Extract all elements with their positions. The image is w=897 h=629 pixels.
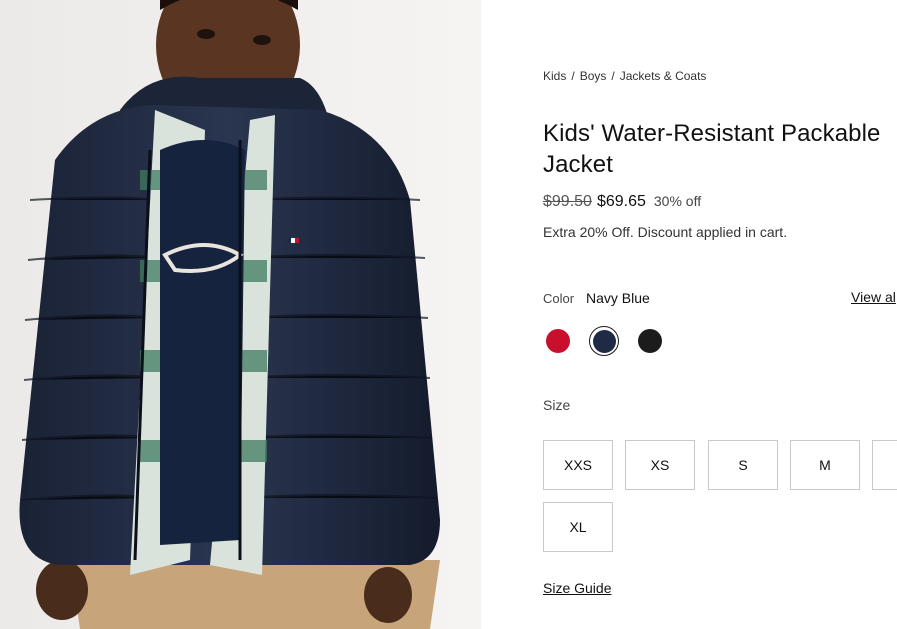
original-price: $99.50 — [543, 193, 592, 210]
size-option-xl[interactable]: XL — [543, 502, 613, 552]
size-option-m[interactable]: M — [790, 440, 860, 490]
product-title: Kids' Water-Resistant Packable Jacket — [543, 120, 881, 178]
breadcrumb-separator: / — [611, 69, 615, 83]
product-photo — [0, 0, 481, 629]
size-option-xs[interactable]: XS — [625, 440, 695, 490]
discount-label: 30% off — [653, 193, 702, 209]
breadcrumb-jackets-coats[interactable]: Jackets & Coats — [620, 69, 707, 83]
swatch-dot — [592, 329, 616, 353]
breadcrumb-kids[interactable]: Kids — [543, 69, 566, 83]
color-swatch-navy-blue[interactable] — [589, 326, 619, 356]
size-option-xxs[interactable]: XXS — [543, 440, 613, 490]
size-option-l[interactable] — [872, 440, 897, 490]
promo-message: Extra 20% Off. Discount applied in cart. — [543, 224, 788, 240]
product-details: Kids / Boys / Jackets & Coats Kids' Water-Re… — [543, 0, 897, 629]
price-row: $99.50 $69.65 30% off — [543, 193, 701, 211]
color-label: Color — [543, 291, 575, 306]
breadcrumb-boys[interactable]: Boys — [580, 69, 607, 83]
breadcrumb-separator: / — [571, 69, 575, 83]
color-swatch-red[interactable] — [543, 326, 573, 356]
size-option-s[interactable]: S — [708, 440, 778, 490]
swatch-dot — [638, 329, 662, 353]
breadcrumb: Kids / Boys / Jackets & Coats — [543, 69, 706, 83]
size-guide-link[interactable]: Size Guide — [543, 580, 611, 596]
sale-price: $69.65 — [596, 193, 646, 210]
size-label: Size — [543, 397, 571, 413]
swatch-dot — [546, 329, 570, 353]
product-image[interactable] — [0, 0, 481, 629]
color-header: Color Navy Blue View al — [543, 289, 897, 309]
selected-color-name: Navy Blue — [586, 290, 650, 306]
view-all-colors-link[interactable]: View al — [851, 289, 896, 305]
color-swatch-black[interactable] — [635, 326, 665, 356]
